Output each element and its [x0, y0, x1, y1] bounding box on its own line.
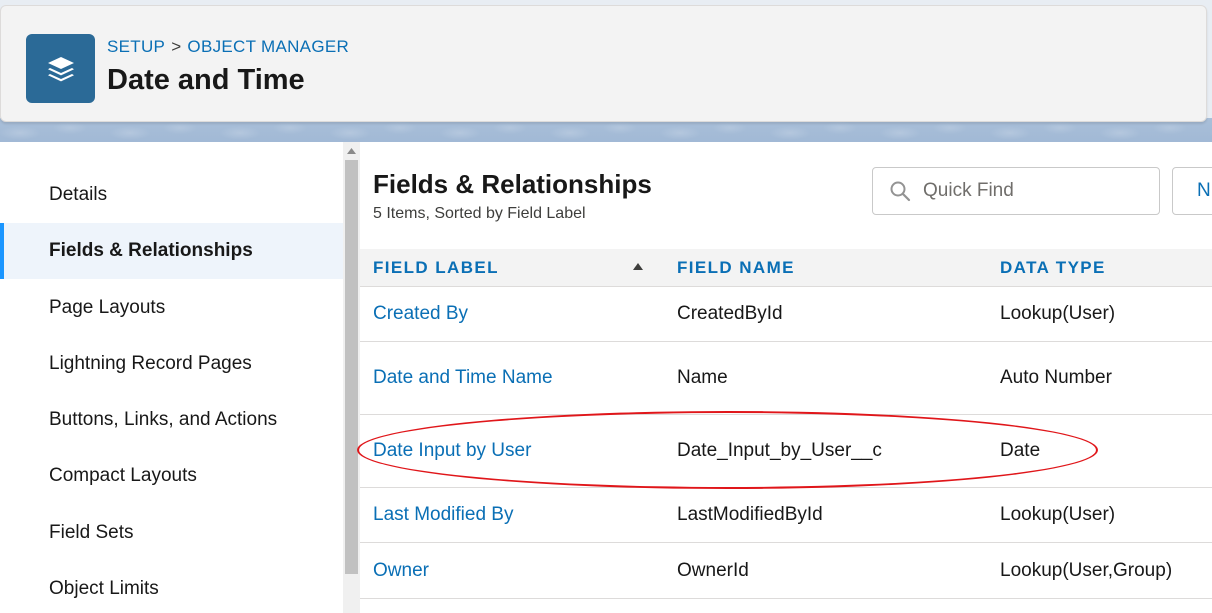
table-row: Last Modified By LastModifiedById Lookup… — [360, 488, 1212, 543]
sidebar-item-label: Lightning Record Pages — [49, 353, 252, 375]
field-name: Name — [677, 342, 728, 414]
new-field-button[interactable]: N — [1172, 167, 1212, 215]
table-row: Created By CreatedById Lookup(User) — [360, 287, 1212, 342]
object-header: SETUP > OBJECT MANAGER Date and Time — [0, 5, 1207, 122]
field-name: LastModifiedById — [677, 488, 823, 542]
breadcrumb-separator: > — [171, 37, 181, 57]
layers-icon — [26, 34, 95, 103]
sidebar-scrollbar[interactable] — [343, 142, 360, 613]
sidebar-item-label: Object Limits — [49, 578, 159, 600]
quick-find-box[interactable] — [872, 167, 1160, 215]
scrollbar-thumb[interactable] — [345, 160, 358, 574]
search-icon — [889, 180, 911, 202]
sidebar-item-label: Details — [49, 184, 107, 206]
quick-find-input[interactable] — [923, 180, 1143, 202]
sidebar-item-compact-layouts[interactable]: Compact Layouts — [0, 448, 343, 504]
column-header-data-type[interactable]: DATA TYPE — [1000, 249, 1106, 287]
breadcrumb-object-manager[interactable]: OBJECT MANAGER — [187, 37, 349, 57]
field-name: Date_Input_by_User__c — [677, 415, 882, 487]
column-header-field-name[interactable]: FIELD NAME — [677, 249, 795, 287]
fields-panel: Fields & Relationships 5 Items, Sorted b… — [360, 142, 1212, 613]
table-row: Owner OwnerId Lookup(User,Group) — [360, 543, 1212, 599]
sidebar-item-label: Buttons, Links, and Actions — [49, 409, 277, 431]
breadcrumb: SETUP > OBJECT MANAGER — [107, 37, 349, 57]
field-name: CreatedById — [677, 287, 783, 341]
data-type: Auto Number — [1000, 342, 1112, 414]
data-type: Lookup(User,Group) — [1000, 543, 1172, 598]
sidebar-item-details[interactable]: Details — [0, 167, 343, 223]
scroll-up-icon[interactable] — [343, 144, 360, 158]
section-subtitle: 5 Items, Sorted by Field Label — [373, 205, 586, 223]
section-title: Fields & Relationships — [373, 169, 652, 200]
field-label-link[interactable]: Date and Time Name — [373, 342, 553, 414]
sidebar-item-object-limits[interactable]: Object Limits — [0, 561, 343, 613]
page-title: Date and Time — [107, 64, 305, 97]
sidebar-item-lightning-record-pages[interactable]: Lightning Record Pages — [0, 336, 343, 392]
breadcrumb-setup[interactable]: SETUP — [107, 37, 165, 57]
sidebar-item-fields-relationships[interactable]: Fields & Relationships — [0, 223, 343, 279]
field-label-link[interactable]: Owner — [373, 543, 429, 598]
sidebar-item-field-sets[interactable]: Field Sets — [0, 505, 343, 561]
table-row: Date Input by User Date_Input_by_User__c… — [360, 415, 1212, 488]
object-detail-card: Details Fields & Relationships Page Layo… — [0, 142, 1212, 613]
sidebar-nav: Details Fields & Relationships Page Layo… — [0, 142, 343, 613]
data-type: Date — [1000, 415, 1040, 487]
sidebar-item-label: Fields & Relationships — [49, 240, 253, 262]
table-row: Date and Time Name Name Auto Number — [360, 342, 1212, 415]
field-label-link[interactable]: Last Modified By — [373, 488, 513, 542]
field-label-link[interactable]: Date Input by User — [373, 415, 531, 487]
sidebar-item-label: Field Sets — [49, 522, 133, 544]
data-type: Lookup(User) — [1000, 488, 1115, 542]
table-header: FIELD LABEL FIELD NAME DATA TYPE — [360, 249, 1212, 287]
sidebar-item-buttons-links-actions[interactable]: Buttons, Links, and Actions — [0, 392, 343, 448]
sort-ascending-icon[interactable] — [633, 263, 643, 270]
sidebar-item-label: Compact Layouts — [49, 465, 197, 487]
data-type: Lookup(User) — [1000, 287, 1115, 341]
field-name: OwnerId — [677, 543, 749, 598]
sidebar-item-page-layouts[interactable]: Page Layouts — [0, 280, 343, 336]
column-header-field-label[interactable]: FIELD LABEL — [373, 249, 499, 287]
sidebar-item-label: Page Layouts — [49, 297, 165, 319]
field-label-link[interactable]: Created By — [373, 287, 468, 341]
